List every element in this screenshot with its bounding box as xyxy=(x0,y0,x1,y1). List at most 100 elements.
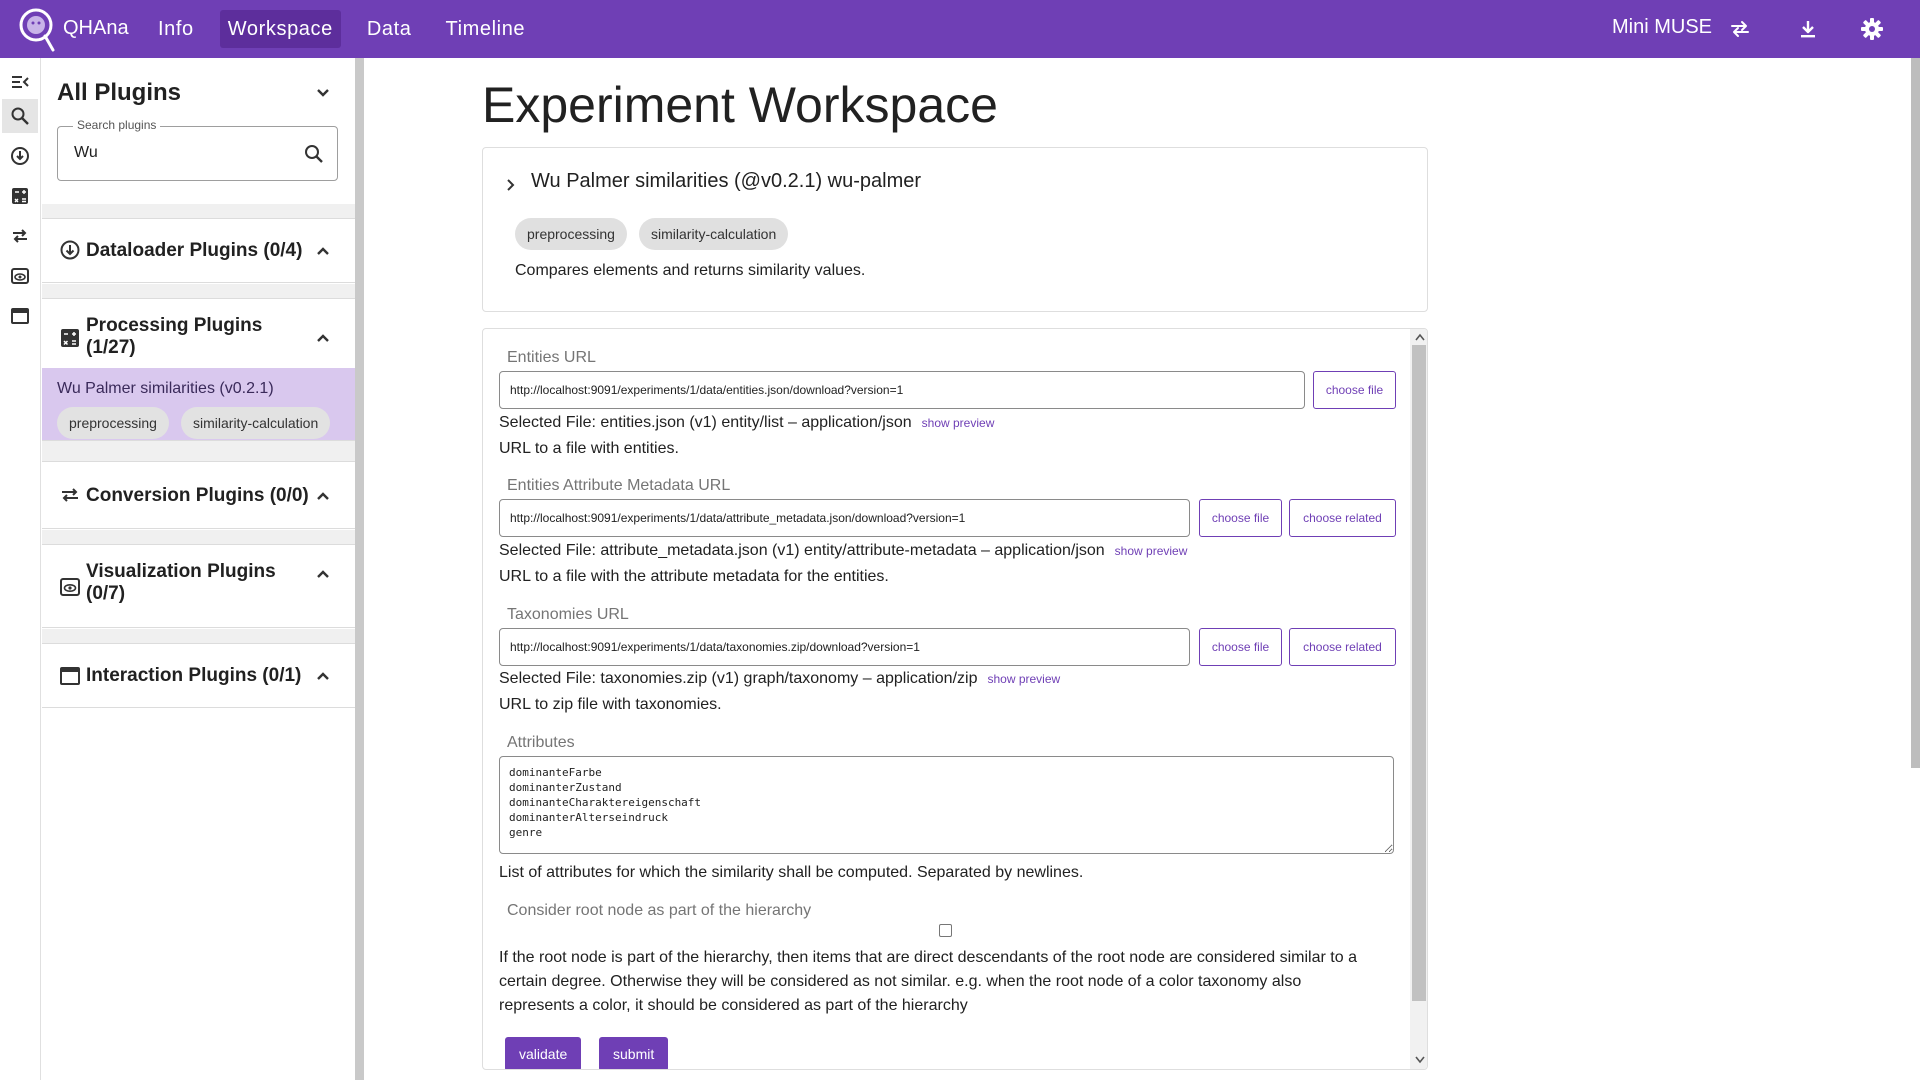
metadata-url-label: Entities Attribute Metadata URL xyxy=(507,477,731,494)
dataloader-section[interactable]: Dataloader Plugins (0/4) xyxy=(42,218,355,283)
divider xyxy=(42,284,355,298)
interaction-icon xyxy=(11,308,29,324)
processing-heading-line1: Processing Plugins xyxy=(86,315,263,336)
root-node-label: Consider root node as part of the hierar… xyxy=(507,902,812,919)
rail-search-button[interactable] xyxy=(2,99,38,133)
divider xyxy=(42,441,355,461)
page-scrollbar[interactable] xyxy=(1911,58,1920,768)
entities-selected-file: Selected File: entities.json (v1) entity… xyxy=(499,414,994,432)
metadata-choose-related-button[interactable]: choose related xyxy=(1289,499,1396,537)
nav-data[interactable]: Data xyxy=(359,10,420,48)
metadata-url-input[interactable] xyxy=(499,499,1190,537)
plugin-description: Compares elements and returns similarity… xyxy=(515,262,866,279)
conversion-heading: Conversion Plugins (0/0) xyxy=(86,485,309,506)
plugin-list-item-wu-palmer[interactable]: Wu Palmer similarities (v0.2.1) preproce… xyxy=(42,368,355,440)
chevron-up-icon[interactable] xyxy=(312,563,334,585)
attributes-textarea[interactable]: dominanteFarbe dominanterZustand dominan… xyxy=(499,756,1394,854)
plugin-card: Wu Palmer similarities (@v0.2.1) wu-palm… xyxy=(482,147,1428,312)
entities-choose-file-button[interactable]: choose file xyxy=(1313,371,1396,409)
plugin-search-field[interactable]: Search plugins xyxy=(57,118,338,181)
visualization-heading: Visualization Plugins (0/7) xyxy=(86,561,276,605)
chevron-right-icon[interactable] xyxy=(503,177,519,193)
taxonomies-choose-file-button[interactable]: choose file xyxy=(1199,628,1282,666)
sidebar-resize-handle[interactable] xyxy=(355,58,364,1080)
gear-icon[interactable] xyxy=(1860,17,1884,41)
taxonomies-choose-related-button[interactable]: choose related xyxy=(1289,628,1396,666)
entities-show-preview-link[interactable]: show preview xyxy=(922,416,995,430)
dataloader-icon xyxy=(60,240,80,260)
chevron-up-icon[interactable] xyxy=(312,327,334,349)
metadata-selected-file: Selected File: attribute_metadata.json (… xyxy=(499,542,1187,560)
processing-icon xyxy=(12,188,28,204)
search-icon xyxy=(11,107,29,125)
divider xyxy=(42,204,355,218)
entities-selected-text: Selected File: entities.json (v1) entity… xyxy=(499,414,912,431)
main-nav: Info Workspace Data Timeline xyxy=(150,10,551,48)
backend-name[interactable]: Mini MUSE xyxy=(1612,16,1712,39)
tag-chip: similarity-calculation xyxy=(181,407,331,439)
processing-icon xyxy=(61,329,79,347)
visualization-section[interactable]: Visualization Plugins (0/7) xyxy=(42,544,355,628)
rail-dataloader-button[interactable] xyxy=(2,139,38,173)
divider xyxy=(42,530,355,544)
interaction-heading: Interaction Plugins (0/1) xyxy=(86,665,302,686)
scroll-up-icon[interactable] xyxy=(1415,333,1425,341)
entities-url-label: Entities URL xyxy=(507,349,596,366)
taxonomies-selected-file: Selected File: taxonomies.zip (v1) graph… xyxy=(499,670,1060,688)
page-title: Experiment Workspace xyxy=(482,77,998,133)
taxonomies-url-input[interactable] xyxy=(499,628,1190,666)
rail-processing-button[interactable] xyxy=(2,179,38,213)
nav-timeline[interactable]: Timeline xyxy=(438,10,534,48)
chevron-down-icon[interactable] xyxy=(312,82,334,104)
nav-info[interactable]: Info xyxy=(150,10,202,48)
chevron-up-icon[interactable] xyxy=(312,485,334,507)
app-title[interactable]: QHAna xyxy=(63,17,129,40)
processing-heading-line2: (1/27) xyxy=(86,337,136,358)
dataloader-heading: Dataloader Plugins (0/4) xyxy=(86,240,303,261)
root-node-help: If the root node is part of the hierarch… xyxy=(499,949,1357,1014)
collapse-icon xyxy=(12,76,29,88)
rail-interaction-button[interactable] xyxy=(2,299,38,333)
validate-button[interactable]: validate xyxy=(505,1037,582,1069)
metadata-help: URL to a file with the attribute metadat… xyxy=(499,568,889,585)
collapse-sidebar-button[interactable] xyxy=(2,65,38,99)
plugin-item-title: Wu Palmer similarities (v0.2.1) xyxy=(57,380,274,397)
download-icon[interactable] xyxy=(1796,17,1820,41)
rail-visualization-button[interactable] xyxy=(2,259,38,293)
attributes-label: Attributes xyxy=(507,734,575,751)
submit-button[interactable]: submit xyxy=(599,1037,669,1069)
dataloader-icon xyxy=(11,147,29,165)
visualization-icon xyxy=(60,578,80,596)
qhana-logo-icon[interactable] xyxy=(19,4,57,54)
conversion-icon xyxy=(62,488,78,502)
rail-conversion-button[interactable] xyxy=(2,219,38,253)
search-legend: Search plugins xyxy=(73,118,161,132)
entities-url-input[interactable] xyxy=(499,371,1305,409)
visualization-heading-line1: Visualization Plugins xyxy=(86,561,276,582)
tag-chip: preprocessing xyxy=(57,407,169,439)
metadata-show-preview-link[interactable]: show preview xyxy=(1115,544,1188,558)
plugin-card-title[interactable]: Wu Palmer similarities (@v0.2.1) wu-palm… xyxy=(531,170,921,193)
nav-workspace[interactable]: Workspace xyxy=(219,10,341,48)
entities-help: URL to a file with entities. xyxy=(499,440,679,457)
taxonomies-show-preview-link[interactable]: show preview xyxy=(987,672,1060,686)
interaction-section[interactable]: Interaction Plugins (0/1) xyxy=(42,643,355,708)
interaction-icon xyxy=(60,667,80,685)
attributes-help: List of attributes for which the similar… xyxy=(499,864,1084,881)
taxonomies-help: URL to zip file with taxonomies. xyxy=(499,696,722,713)
taxonomies-url-label: Taxonomies URL xyxy=(507,606,629,623)
conversion-section[interactable]: Conversion Plugins (0/0) xyxy=(42,461,355,529)
chevron-up-icon[interactable] xyxy=(312,240,334,262)
form-scrollbar-thumb[interactable] xyxy=(1412,345,1426,1001)
processing-heading: Processing Plugins (1/27) xyxy=(86,315,262,359)
divider xyxy=(42,629,355,643)
search-icon[interactable] xyxy=(303,143,325,165)
plugin-form: Entities URL choose file Selected File: … xyxy=(482,328,1428,1070)
chevron-up-icon[interactable] xyxy=(312,665,334,687)
swap-icon[interactable] xyxy=(1728,17,1752,41)
root-node-checkbox[interactable] xyxy=(939,924,952,937)
search-input[interactable] xyxy=(72,143,292,163)
metadata-choose-file-button[interactable]: choose file xyxy=(1199,499,1282,537)
tag-chip: preprocessing xyxy=(515,218,627,250)
scroll-down-icon[interactable] xyxy=(1415,1056,1425,1064)
